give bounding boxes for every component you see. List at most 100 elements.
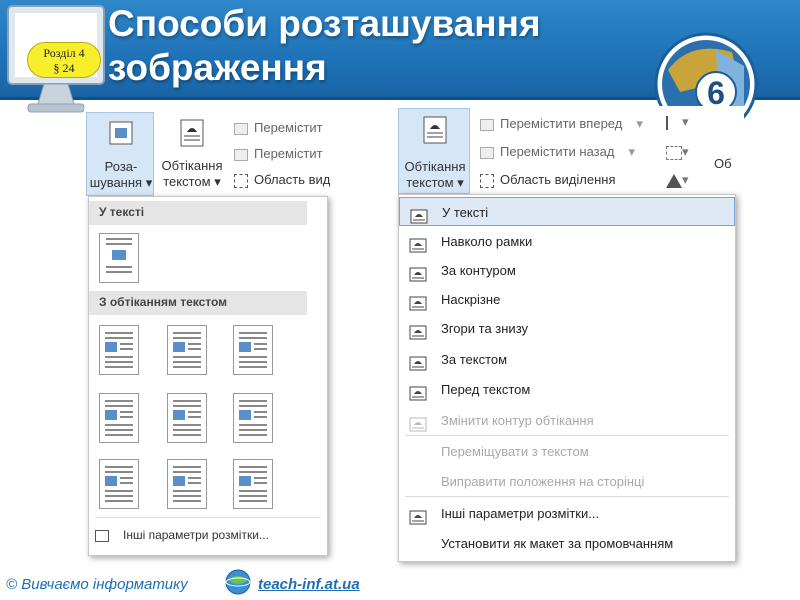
menu-item-top-bottom[interactable]: Згори та знизу: [399, 314, 735, 343]
menu-item-label: Наскрізне: [441, 292, 501, 307]
wrap-text-dropdown: У тексті Навколо рамки За контуром Наскрізн…: [398, 194, 736, 562]
selection-pane-left[interactable]: Область вид: [234, 172, 330, 188]
page-title: Способи розташування зображення: [108, 2, 541, 90]
square-icon: [409, 234, 427, 253]
wrap-label-2: текстом ▾: [163, 174, 221, 189]
globe-icon: [225, 569, 251, 595]
layout-preview-icon: [173, 400, 201, 436]
wrap-layout-tile[interactable]: [167, 325, 207, 375]
bring-forward-left[interactable]: Перемістит: [234, 120, 323, 136]
copyright-text: © Вивчаємо інформатику: [6, 576, 188, 593]
title-line-1: Способи розташування: [108, 3, 541, 44]
wrap-layout-tile[interactable]: [167, 393, 207, 443]
menu-item-behind-text[interactable]: За текстом: [399, 345, 735, 374]
wrap-text-button-left[interactable]: Обтікання текстом ▾: [156, 112, 228, 196]
top-bottom-icon: [409, 321, 427, 340]
rotate-button[interactable]: ▾: [666, 172, 689, 188]
wrap-label-right-1: Обтікання: [404, 159, 466, 174]
menu-item-label: Інші параметри розмітки...: [441, 506, 600, 521]
position-label-1: Роза-: [104, 159, 138, 174]
menu-item-through[interactable]: Наскрізне: [399, 285, 735, 314]
in-line-icon: [410, 205, 428, 224]
menu-item-in-front[interactable]: Перед текстом: [399, 375, 735, 404]
inline-layout-tile[interactable]: [99, 233, 139, 283]
menu-item-move-with-text[interactable]: Переміщувати з текстом: [399, 437, 735, 466]
wrap-layout-tile[interactable]: [99, 325, 139, 375]
more-layout-options-left[interactable]: Інші параметри розмітки...: [95, 527, 269, 543]
position-label-2: шування ▾: [89, 175, 153, 190]
group-button[interactable]: ▾: [666, 144, 689, 160]
menu-item-label: У тексті: [442, 205, 489, 220]
edit-wrap-points-icon: [409, 413, 427, 432]
wrap-text-icon: [180, 119, 204, 147]
menu-item-in-line[interactable]: У тексті: [399, 197, 735, 226]
menu-item-edit-wrap-points[interactable]: Змінити контур обтікання: [399, 406, 735, 435]
menu-item-label: Переміщувати з текстом: [441, 444, 589, 459]
left-ribbon: Роза- шування ▾ Обтікання текстом ▾ Пере…: [84, 108, 330, 198]
title-line-2: зображення: [108, 47, 327, 88]
more-layout-options-icon: [409, 506, 427, 525]
section-wrap-heading: З обтіканням текстом: [89, 291, 307, 315]
section-badge: Розділ 4 § 24: [27, 42, 101, 78]
layout-preview-icon: [105, 332, 133, 368]
selection-pane-icon-right: [480, 173, 494, 188]
position-dropdown: У тексті З обтіканням текстом Інші парам…: [88, 196, 328, 556]
menu-item-set-default-layout[interactable]: Установити як макет за промовчанням: [399, 529, 735, 558]
wrap-layout-tile[interactable]: [233, 459, 273, 509]
bring-forward-icon: [234, 122, 248, 135]
menu-item-label: Виправити положення на сторінці: [441, 474, 645, 489]
menu-item-label: За текстом: [441, 352, 508, 367]
bring-forward-icon-right: [480, 118, 494, 131]
menu-item-label: Змінити контур обтікання: [441, 413, 594, 428]
layout-preview-icon: [173, 466, 201, 502]
selection-pane-right[interactable]: Область виділення: [480, 172, 615, 188]
position-icon: [109, 121, 133, 145]
through-icon: [409, 292, 427, 311]
layout-preview-icon: [239, 400, 267, 436]
section-inline-heading: У тексті: [89, 201, 307, 225]
site-link[interactable]: teach-inf.at.ua: [258, 576, 360, 593]
menu-item-label: За контуром: [441, 263, 516, 278]
layout-preview-icon: [105, 400, 133, 436]
in-front-icon: [409, 382, 427, 401]
ribbon-group-cut-label: Об: [714, 156, 732, 171]
send-backward-left[interactable]: Перемістит: [234, 146, 323, 162]
menu-item-square[interactable]: Навколо рамки: [399, 227, 735, 256]
selection-pane-icon: [234, 173, 248, 188]
menu-item-fix-position[interactable]: Виправити положення на сторінці: [399, 467, 735, 496]
wrap-layout-tile[interactable]: [233, 325, 273, 375]
menu-item-label: Установити як макет за промовчанням: [441, 536, 674, 551]
send-backward-icon: [234, 148, 248, 161]
layout-preview-icon: [239, 466, 267, 502]
tight-icon: [409, 263, 427, 282]
group-icon: [666, 145, 682, 160]
wrap-label-right-2: текстом ▾: [406, 175, 464, 190]
right-ribbon: Обтікання текстом ▾ Перемістити вперед ▾ …: [396, 106, 744, 196]
menu-item-label: Згори та знизу: [441, 321, 529, 336]
menu-item-tight[interactable]: За контуром: [399, 256, 735, 285]
wrap-layout-tile[interactable]: [167, 459, 207, 509]
wrap-layout-tile[interactable]: [233, 393, 273, 443]
position-button[interactable]: Роза- шування ▾: [86, 112, 154, 196]
send-backward-icon-right: [480, 146, 494, 159]
menu-item-more-layout-options[interactable]: Інші параметри розмітки...: [399, 499, 735, 528]
layout-preview-icon: [239, 332, 267, 368]
badge-section: Розділ 4: [43, 46, 85, 60]
align-button[interactable]: ▾: [666, 114, 689, 130]
send-backward-right[interactable]: Перемістити назад ▾: [480, 144, 635, 160]
wrap-layout-tile[interactable]: [99, 393, 139, 443]
inline-picture-icon: [106, 238, 132, 273]
menu-item-label: Навколо рамки: [441, 234, 533, 249]
layout-options-icon: [95, 529, 109, 542]
wrap-text-button-right[interactable]: Обтікання текстом ▾: [398, 108, 470, 194]
behind-text-icon: [409, 352, 427, 371]
badge-paragraph: § 24: [53, 61, 75, 75]
layout-preview-icon: [173, 332, 201, 368]
wrap-layout-tile[interactable]: [99, 459, 139, 509]
menu-item-label: Перед текстом: [441, 382, 531, 397]
rotate-icon: [666, 173, 682, 188]
layout-preview-icon: [105, 466, 133, 502]
wrap-label-1: Обтікання: [161, 158, 223, 173]
align-icon: [666, 115, 682, 130]
bring-forward-right[interactable]: Перемістити вперед ▾: [480, 116, 643, 132]
